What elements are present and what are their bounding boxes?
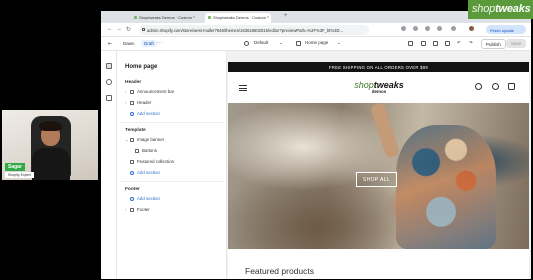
back-icon[interactable]: ← xyxy=(107,26,113,32)
draft-badge: Draft xyxy=(141,40,157,47)
featured-products-heading: Featured products xyxy=(245,266,314,276)
block-icon xyxy=(135,148,139,153)
presenter-body xyxy=(32,148,70,180)
browser-tab-2[interactable]: Shoptweaks Demos · Custom × xyxy=(205,13,271,23)
presenter-role: Shopify Expert xyxy=(5,172,34,178)
shopify-favicon-icon xyxy=(134,16,137,19)
image-banner: SHOP ALL xyxy=(228,103,529,249)
new-tab-icon[interactable]: + xyxy=(284,13,288,19)
plus-circle-icon xyxy=(130,170,134,175)
section-item-featured-collection[interactable]: Featured collection xyxy=(125,159,174,164)
browser-window: Shoptweaks Demos · Custom × Shoptweaks D… xyxy=(101,11,531,279)
add-section-template[interactable]: Add section xyxy=(125,170,160,175)
presenter-webcam: Sagar Shopify Expert xyxy=(2,110,98,180)
close-tab-icon[interactable]: × xyxy=(267,14,269,19)
image-icon xyxy=(130,137,134,142)
exit-icon[interactable]: ⇤ xyxy=(108,41,112,47)
divider xyxy=(121,181,223,182)
add-section-footer[interactable]: Add section xyxy=(125,196,160,201)
tab-title: Shoptweaks Demos · Custom xyxy=(213,15,266,20)
section-icon xyxy=(130,159,134,164)
divider xyxy=(121,122,223,123)
section-item-header[interactable]: › Header xyxy=(125,100,151,105)
tab-title: Shoptweaks Demos · Custom xyxy=(139,15,192,20)
section-icon xyxy=(130,207,134,212)
presenter-lower-third: Sagar Shopify Expert xyxy=(5,163,34,178)
desktop-view-icon[interactable] xyxy=(421,41,426,46)
apps-icon[interactable] xyxy=(106,95,112,101)
section-item-footer[interactable]: › Footer xyxy=(125,207,150,212)
cart-icon[interactable] xyxy=(508,83,515,90)
section-item-image-banner[interactable]: ⌄ Image banner xyxy=(125,137,164,143)
model-arm xyxy=(369,103,401,159)
store-logo[interactable]: shoptweaks demos xyxy=(353,81,405,95)
sections-icon[interactable] xyxy=(106,63,112,69)
brand-overlay-logo: shoptweaks xyxy=(468,0,533,19)
redo-icon[interactable]: ↷ xyxy=(469,40,473,46)
save-button[interactable]: Save xyxy=(506,39,527,48)
page-selector[interactable]: Home page xyxy=(305,40,328,45)
store-preview: FREE SHIPPING ON ALL ORDERS OVER $99 sho… xyxy=(228,62,529,279)
profile-avatar[interactable] xyxy=(469,26,474,31)
plus-circle-icon xyxy=(130,111,134,116)
extension-icon[interactable] xyxy=(437,26,442,31)
hamburger-menu-icon[interactable] xyxy=(239,85,247,91)
chevron-down-icon: ⌄ xyxy=(337,40,341,45)
shop-all-button[interactable]: SHOP ALL xyxy=(356,172,397,187)
section-sidebar: Home page Header › Announcement bar › Head… xyxy=(117,51,227,279)
chevron-down-icon: ⌄ xyxy=(279,40,283,45)
more-actions-button[interactable]: ··· xyxy=(157,40,162,46)
reload-icon[interactable]: ↻ xyxy=(126,26,131,33)
group-label-header: Header xyxy=(125,80,142,85)
bookmark-icon[interactable] xyxy=(451,26,456,31)
announcement-bar[interactable]: FREE SHIPPING ON ALL ORDERS OVER $99 xyxy=(228,62,529,72)
store-selector[interactable]: Default xyxy=(254,40,268,45)
section-item-announcement-bar[interactable]: › Announcement bar xyxy=(125,89,174,94)
plus-circle-icon xyxy=(130,196,134,201)
theme-name: Dawn xyxy=(123,41,135,46)
forward-icon[interactable]: → xyxy=(116,26,122,32)
globe-icon xyxy=(244,41,249,46)
address-bar-row: ← → ↻ admin.shopify.com/store/west-mulle… xyxy=(101,23,531,37)
page-title: Home page xyxy=(125,64,158,70)
extension-icon[interactable] xyxy=(401,26,406,31)
mobile-view-icon[interactable] xyxy=(433,41,438,46)
tab-strip: Shoptweaks Demos · Custom × Shoptweaks D… xyxy=(101,11,531,23)
publish-button[interactable]: Publish xyxy=(481,39,506,49)
close-tab-icon[interactable]: × xyxy=(193,14,195,19)
editor-rail xyxy=(101,51,117,279)
browser-tab-1[interactable]: Shoptweaks Demos · Custom × xyxy=(131,13,197,23)
extension-icon[interactable] xyxy=(413,26,418,31)
undo-icon[interactable]: ↶ xyxy=(457,40,461,46)
block-item-buttons[interactable]: Buttons xyxy=(135,148,157,153)
finish-update-button[interactable]: Finish update xyxy=(486,25,526,34)
store-header: shoptweaks demos xyxy=(228,72,529,103)
inspector-icon[interactable] xyxy=(408,41,413,46)
search-icon[interactable] xyxy=(475,83,482,90)
model-dress xyxy=(396,125,496,249)
lock-icon xyxy=(142,28,145,31)
extension-icon[interactable] xyxy=(425,26,430,31)
shopify-favicon-icon xyxy=(208,16,211,19)
editor-topbar: ⇤ Dawn Draft ··· Default ⌄ Home page ⌄ ↶… xyxy=(101,37,531,51)
add-section-header[interactable]: Add section xyxy=(125,111,160,116)
section-icon xyxy=(130,100,134,105)
url-field[interactable]: admin.shopify.com/store/west-muller7646/… xyxy=(139,25,369,35)
section-icon xyxy=(130,89,134,94)
fullscreen-icon[interactable] xyxy=(445,41,450,46)
presenter-name: Sagar xyxy=(5,163,25,171)
presenter-hair xyxy=(39,121,62,131)
url-text: admin.shopify.com/store/west-muller7646/… xyxy=(147,28,344,33)
account-icon[interactable] xyxy=(492,83,499,90)
settings-gear-icon[interactable] xyxy=(106,79,112,85)
group-label-template: Template xyxy=(125,128,146,133)
home-icon xyxy=(296,41,301,46)
group-label-footer: Footer xyxy=(125,187,140,192)
